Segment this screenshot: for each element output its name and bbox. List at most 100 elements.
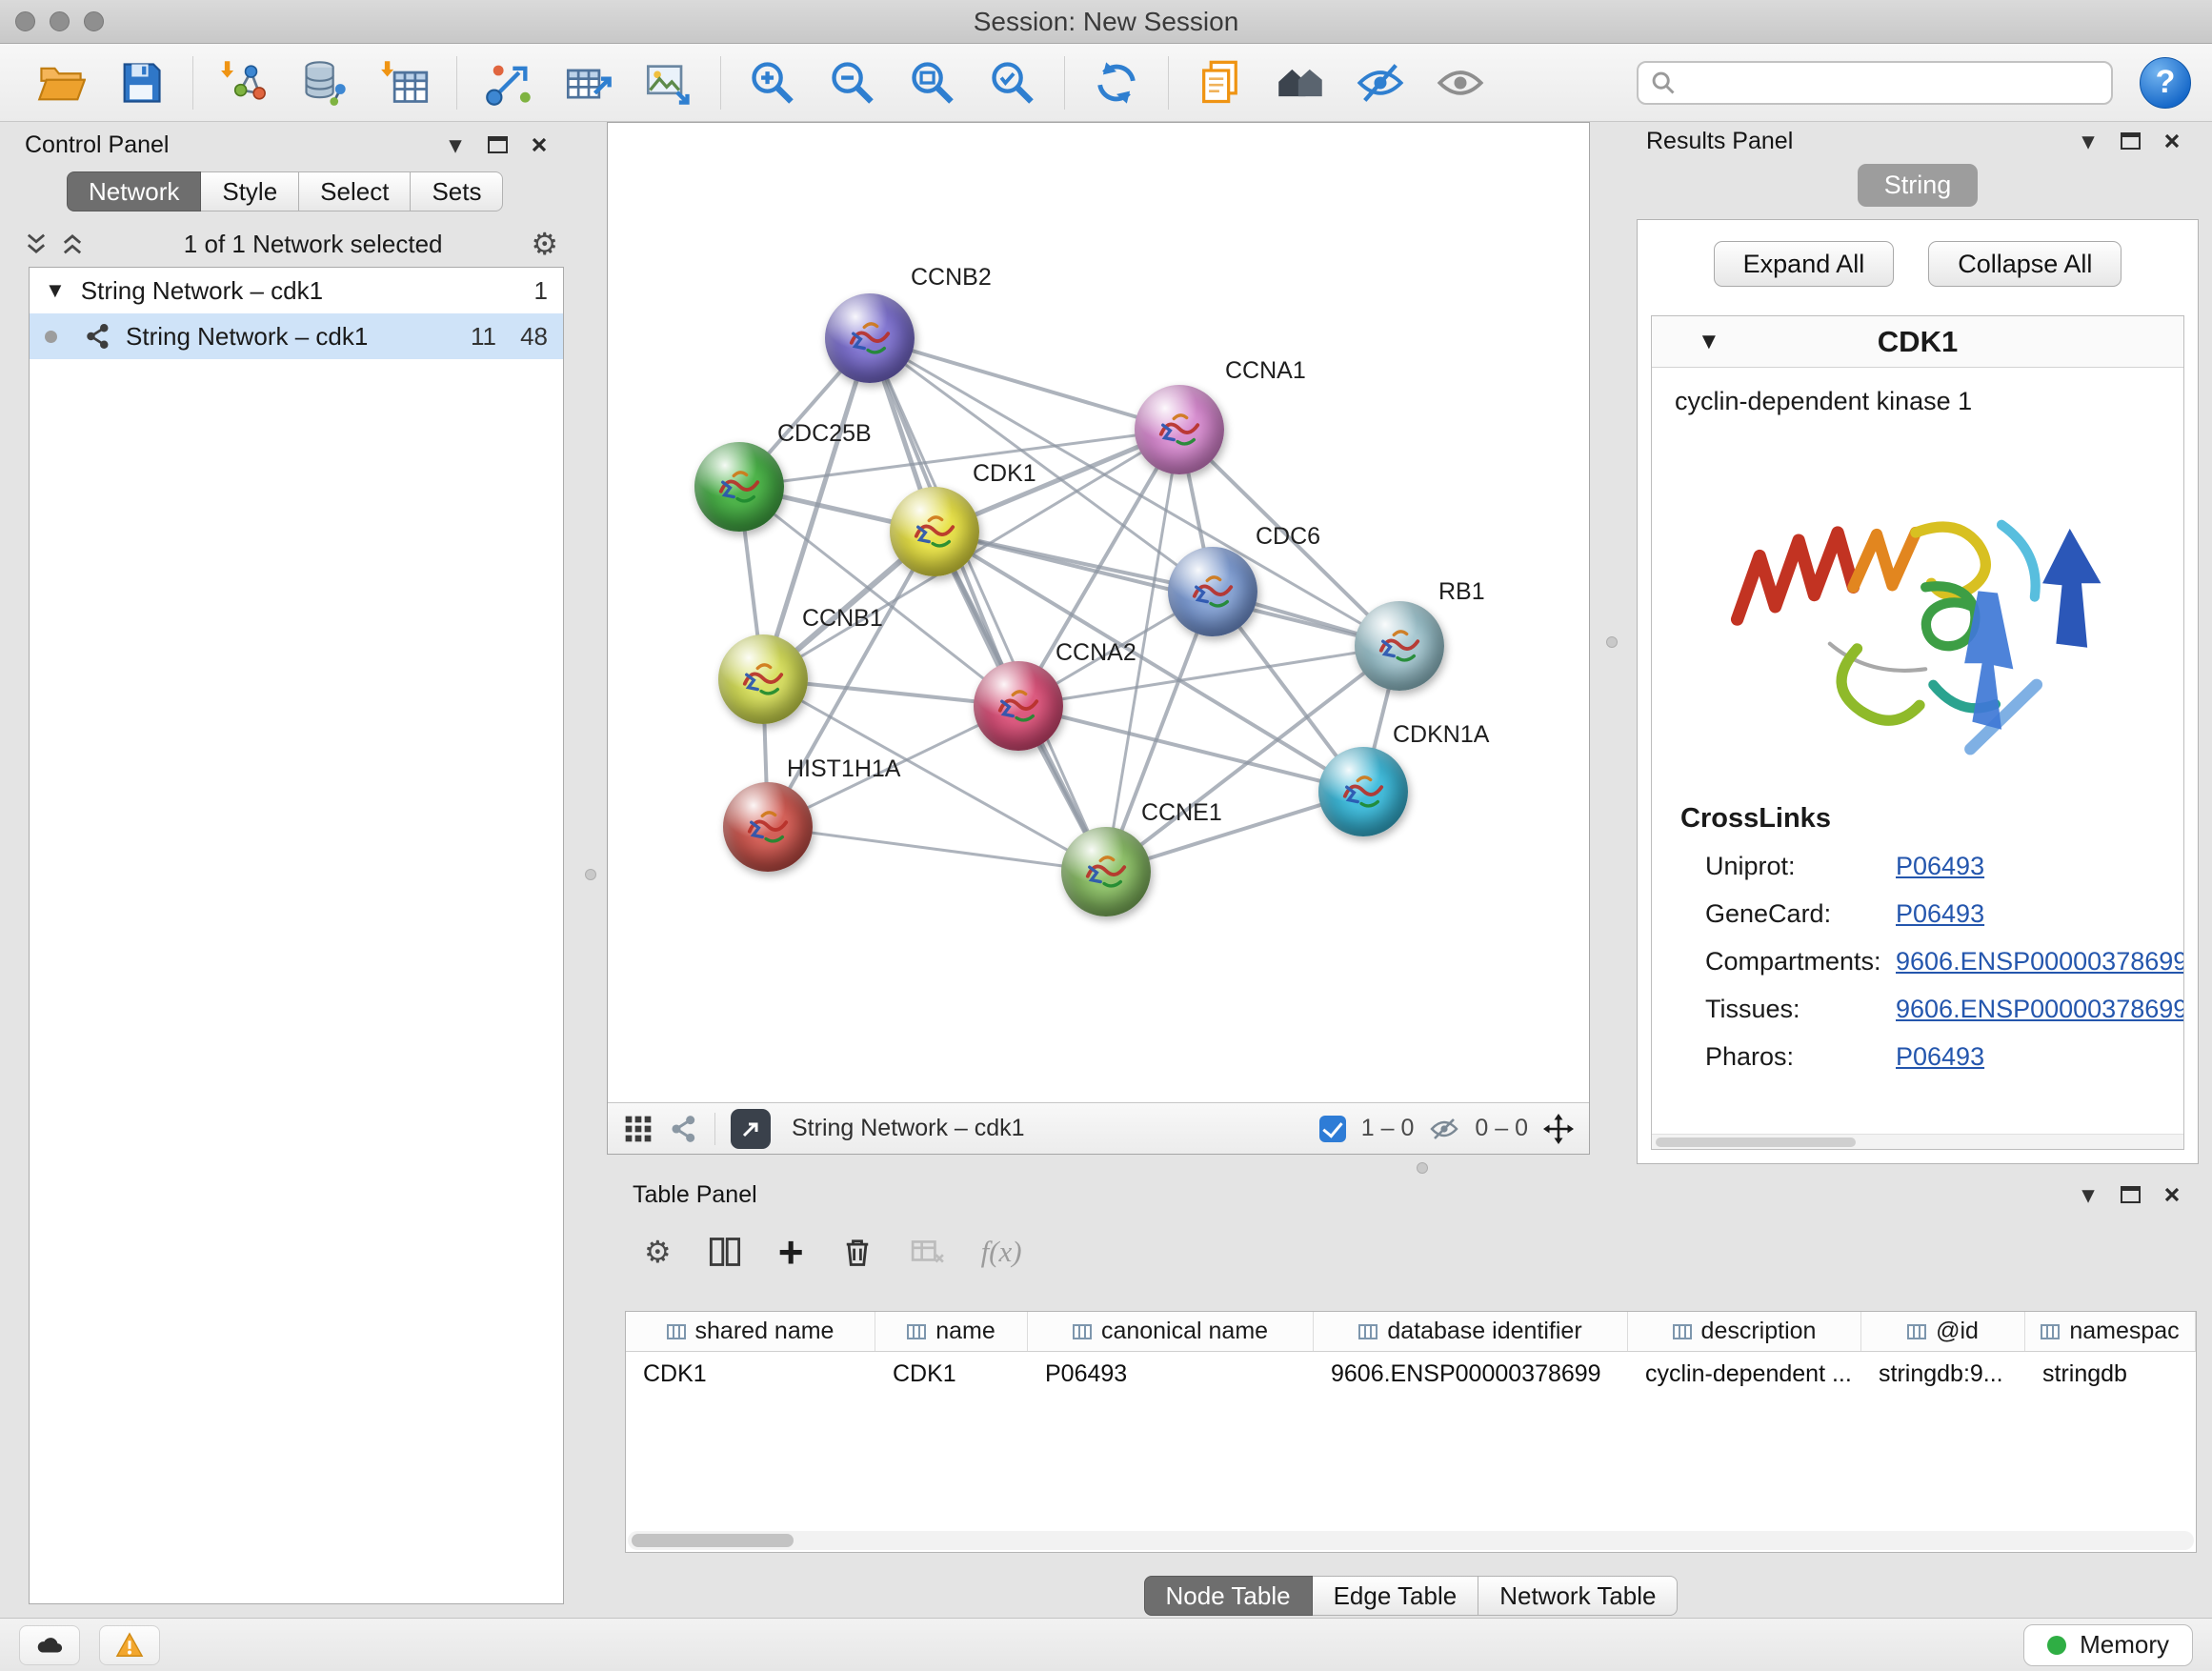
column-header-name[interactable]: name — [875, 1312, 1028, 1351]
table-header-row: shared namenamecanonical namedatabase id… — [626, 1312, 2196, 1352]
cloud-button[interactable] — [19, 1625, 80, 1665]
float-panel-icon[interactable] — [480, 131, 514, 159]
horizontal-splitter-handle[interactable] — [1417, 1162, 1428, 1174]
collapse-all-icon[interactable] — [59, 231, 86, 257]
results-horizontal-scrollbar[interactable] — [1652, 1134, 2183, 1149]
network-node-ccna2[interactable] — [974, 661, 1063, 751]
column-header-database-identifier[interactable]: database identifier — [1314, 1312, 1628, 1351]
network-collection-row[interactable]: ▼ String Network – cdk1 1 — [30, 268, 563, 313]
hide-selected-button[interactable] — [1340, 51, 1420, 114]
table-cell: CDK1 — [626, 1360, 875, 1388]
new-network-from-selection-button[interactable] — [469, 51, 549, 114]
tab-style[interactable]: Style — [201, 171, 299, 211]
tab-edge-table[interactable]: Edge Table — [1313, 1576, 1479, 1616]
collapse-panel-icon[interactable]: ▾ — [2071, 127, 2105, 155]
column-header--id[interactable]: @id — [1861, 1312, 2025, 1351]
import-network-database-button[interactable] — [285, 51, 365, 114]
tree-caret-icon[interactable]: ▼ — [45, 278, 66, 303]
add-column-icon[interactable]: + — [778, 1230, 804, 1274]
refresh-button[interactable] — [1076, 51, 1156, 114]
protein-thumbnail — [735, 656, 791, 702]
save-session-button[interactable] — [101, 51, 181, 114]
collapse-panel-icon[interactable]: ▾ — [438, 131, 473, 159]
hidden-eye-slash-icon[interactable] — [1429, 1114, 1459, 1144]
network-node-ccne1[interactable] — [1061, 827, 1151, 916]
tab-sets[interactable]: Sets — [411, 171, 503, 211]
share-icon[interactable] — [669, 1114, 699, 1144]
tab-string[interactable]: String — [1858, 164, 1979, 207]
table-settings-gear-icon[interactable]: ⚙ — [644, 1237, 672, 1267]
open-session-button[interactable] — [21, 51, 101, 114]
collapse-panel-icon[interactable]: ▾ — [2071, 1180, 2105, 1209]
selected-checkbox[interactable] — [1319, 1116, 1346, 1142]
vertical-splitter-handle[interactable] — [585, 869, 596, 880]
network-node-cdc25b[interactable] — [694, 442, 784, 532]
crosslink-genecard-[interactable]: P06493 — [1896, 899, 1984, 929]
tab-node-table[interactable]: Node Table — [1144, 1576, 1313, 1616]
warnings-button[interactable] — [99, 1625, 160, 1665]
network-node-ccnb2[interactable] — [825, 293, 915, 383]
collapse-entry-icon[interactable]: ▼ — [1698, 329, 1720, 355]
network-node-ccna1[interactable] — [1135, 385, 1224, 474]
help-button[interactable]: ? — [2140, 57, 2191, 109]
zoom-fit-button[interactable] — [893, 51, 973, 114]
close-panel-icon[interactable] — [2155, 1180, 2189, 1209]
close-panel-icon[interactable] — [522, 131, 556, 159]
memory-button[interactable]: Memory — [2023, 1624, 2193, 1666]
column-header-shared-name[interactable]: shared name — [626, 1312, 875, 1351]
network-node-cdkn1a[interactable] — [1318, 747, 1408, 836]
network-table-button[interactable] — [549, 51, 629, 114]
column-header-namespac[interactable]: namespac — [2025, 1312, 2196, 1351]
tab-select[interactable]: Select — [299, 171, 411, 211]
crosslink-tissues-[interactable]: 9606.ENSP00000378699 — [1896, 995, 2184, 1024]
node-details-header[interactable]: ▼ CDK1 — [1652, 316, 2183, 368]
table-horizontal-scrollbar[interactable] — [628, 1531, 2194, 1550]
toolbar-separator — [192, 56, 193, 110]
network-node-cdc6[interactable] — [1168, 547, 1257, 636]
network-row[interactable]: String Network – cdk1 11 48 — [30, 313, 563, 359]
zoom-out-button[interactable] — [813, 51, 893, 114]
tab-network-table[interactable]: Network Table — [1478, 1576, 1678, 1616]
home-view-button[interactable] — [1260, 51, 1340, 114]
show-all-button[interactable] — [1420, 51, 1500, 114]
grid-icon[interactable] — [623, 1114, 654, 1144]
gear-icon[interactable]: ⚙ — [531, 229, 558, 259]
network-canvas[interactable]: CCNB2 CCNA1 CDC25B CDK1 — [608, 123, 1589, 1102]
import-network-file-button[interactable] — [205, 51, 285, 114]
open-in-new-window-button[interactable] — [731, 1109, 771, 1149]
tab-network[interactable]: Network — [67, 171, 201, 211]
zoom-selected-button[interactable] — [973, 51, 1053, 114]
collapse-all-button[interactable]: Collapse All — [1928, 241, 2122, 287]
search-input[interactable] — [1684, 69, 2100, 96]
export-image-button[interactable] — [629, 51, 709, 114]
float-panel-icon[interactable] — [2113, 1180, 2147, 1209]
float-panel-icon[interactable] — [2113, 127, 2147, 155]
close-panel-icon[interactable] — [2155, 127, 2189, 155]
import-table-button[interactable] — [365, 51, 445, 114]
expand-all-icon[interactable] — [23, 231, 50, 257]
network-node-rb1[interactable] — [1355, 601, 1444, 691]
column-header-canonical-name[interactable]: canonical name — [1028, 1312, 1314, 1351]
columns-icon[interactable] — [708, 1235, 742, 1269]
zoom-in-button[interactable] — [733, 51, 813, 114]
crosslink-uniprot-[interactable]: P06493 — [1896, 852, 1984, 881]
app-window: Session: New Session — [0, 0, 2212, 1671]
column-header-description[interactable]: description — [1628, 1312, 1861, 1351]
network-node-ccnb1[interactable] — [718, 634, 808, 724]
table-row[interactable]: CDK1CDK1P064939606.ENSP00000378699cyclin… — [626, 1352, 2196, 1396]
crosshair-move-icon[interactable] — [1543, 1114, 1574, 1144]
memory-status-dot — [2047, 1636, 2066, 1655]
network-node-cdk1[interactable] — [890, 487, 979, 576]
crosslink-pharos-[interactable]: P06493 — [1896, 1042, 1984, 1072]
network-node-hist1h1a[interactable] — [723, 782, 813, 872]
copy-document-button[interactable] — [1180, 51, 1260, 114]
eye-slash-icon — [1356, 58, 1405, 108]
search-box[interactable] — [1637, 61, 2113, 105]
crosslink-compartments-[interactable]: 9606.ENSP00000378699 — [1896, 947, 2184, 976]
toolbar-separator — [456, 56, 457, 110]
expand-all-button[interactable]: Expand All — [1714, 241, 1895, 287]
string-network-icon — [84, 322, 112, 351]
vertical-splitter-handle[interactable] — [1606, 636, 1618, 648]
trash-icon[interactable] — [840, 1235, 875, 1269]
network-node-label: CDKN1A — [1393, 721, 1489, 749]
